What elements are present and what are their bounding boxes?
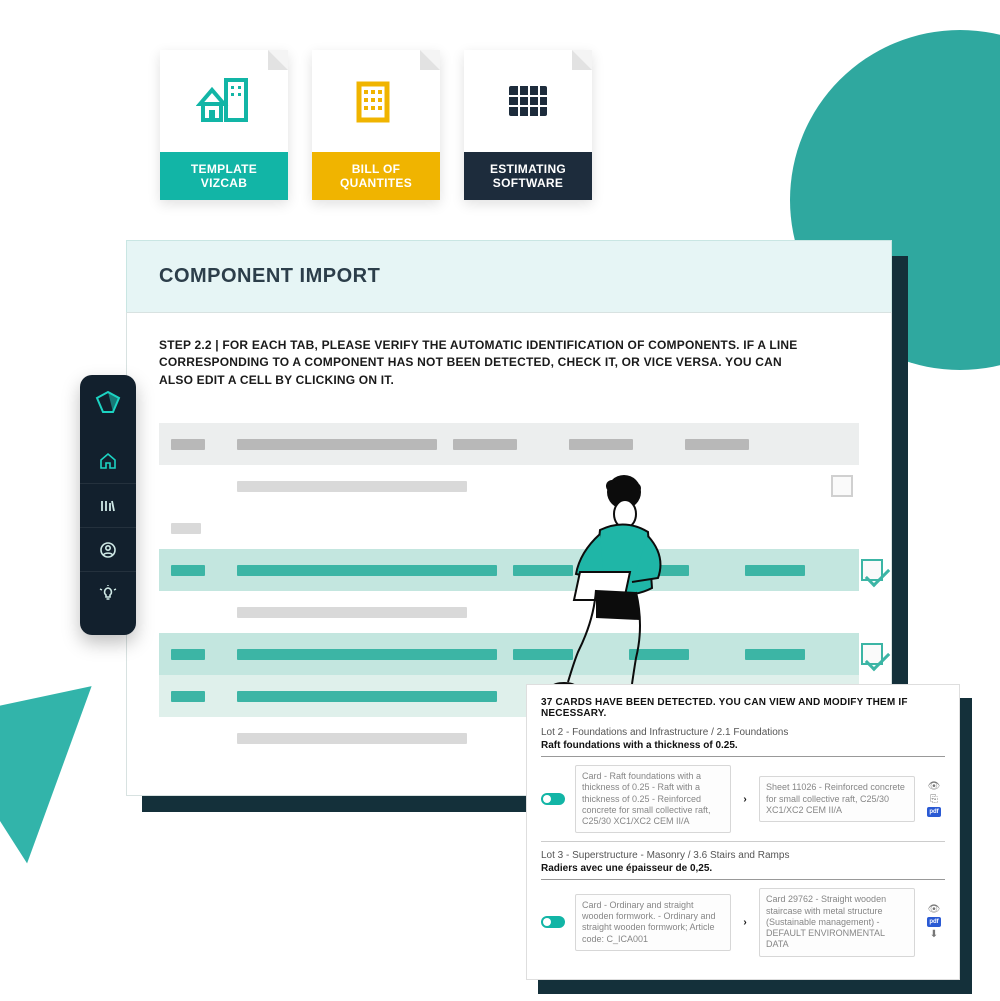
card-row[interactable]: Card - Raft foundations with a thickness… bbox=[541, 757, 945, 842]
row-checkbox[interactable] bbox=[831, 475, 853, 497]
doccard-bill-of-quantities[interactable]: BILL OF QUANTITES bbox=[312, 50, 440, 200]
row-checkbox-checked[interactable] bbox=[861, 643, 883, 665]
lightbulb-icon bbox=[99, 585, 117, 603]
chevron-right-icon: › bbox=[739, 917, 751, 928]
table-row[interactable] bbox=[159, 507, 859, 549]
sidebar-item-account[interactable] bbox=[80, 527, 136, 571]
sidebar-item-tips[interactable] bbox=[80, 571, 136, 615]
card-row[interactable]: Card - Ordinary and straight wooden form… bbox=[541, 880, 945, 964]
home-icon bbox=[99, 452, 117, 470]
chevron-right-icon: › bbox=[739, 794, 751, 805]
table-row-selected[interactable] bbox=[159, 549, 859, 591]
doccard-template-vizcab[interactable]: TEMPLATE VIZCAB bbox=[160, 50, 288, 200]
panel-header: 37 CARDS HAVE BEEN DETECTED. YOU CAN VIE… bbox=[541, 697, 945, 719]
table-row[interactable] bbox=[159, 465, 859, 507]
sidebar-item-home[interactable] bbox=[80, 439, 136, 483]
card-actions: 👁 ⎘ bbox=[923, 781, 945, 817]
card-toggle[interactable] bbox=[541, 793, 565, 805]
card-sheet[interactable]: Card 29762 - Straight wooden staircase w… bbox=[759, 888, 915, 956]
doccard-label: TEMPLATE VIZCAB bbox=[160, 152, 288, 200]
sidebar-item-library[interactable] bbox=[80, 483, 136, 527]
lot-title: Lot 3 - Superstructure - Masonry / 3.6 S… bbox=[541, 850, 945, 861]
brand-logo bbox=[90, 385, 126, 421]
lot-subtitle: Radiers avec une épaisseur de 0,25. bbox=[541, 863, 945, 880]
doccard-label: ESTIMATING SOFTWARE bbox=[464, 152, 592, 200]
lot-title: Lot 2 - Foundations and Infrastructure /… bbox=[541, 727, 945, 738]
copy-icon[interactable]: ⎘ bbox=[930, 794, 938, 805]
table-header bbox=[159, 423, 859, 465]
doccard-label: BILL OF QUANTITES bbox=[312, 152, 440, 200]
card-actions: 👁 ⬇ bbox=[923, 904, 945, 940]
lot-subtitle: Raft foundations with a thickness of 0.2… bbox=[541, 740, 945, 757]
card-toggle[interactable] bbox=[541, 916, 565, 928]
eye-icon[interactable]: 👁 bbox=[928, 904, 941, 915]
document-cards-row: TEMPLATE VIZCAB BILL OF QUANTITES bbox=[160, 50, 592, 200]
doccard-estimating-software[interactable]: ESTIMATING SOFTWARE bbox=[464, 50, 592, 200]
lot-block: Lot 3 - Superstructure - Masonry / 3.6 S… bbox=[541, 850, 945, 964]
library-icon bbox=[99, 497, 117, 515]
row-checkbox-checked[interactable] bbox=[861, 559, 883, 581]
eye-icon[interactable]: 👁 bbox=[928, 781, 941, 792]
card-source[interactable]: Card - Ordinary and straight wooden form… bbox=[575, 894, 731, 951]
pdf-badge-icon[interactable] bbox=[927, 917, 941, 927]
detected-cards-panel: 37 CARDS HAVE BEEN DETECTED. YOU CAN VIE… bbox=[526, 684, 960, 980]
step-instruction: STEP 2.2 | FOR EACH TAB, PLEASE VERIFY T… bbox=[159, 337, 819, 389]
window-header: COMPONENT IMPORT bbox=[126, 240, 892, 312]
table-row[interactable] bbox=[159, 591, 859, 633]
pdf-badge-icon[interactable] bbox=[927, 807, 941, 817]
card-sheet[interactable]: Sheet 11026 - Reinforced concrete for sm… bbox=[759, 776, 915, 822]
table-row-selected[interactable] bbox=[159, 633, 859, 675]
card-source[interactable]: Card - Raft foundations with a thickness… bbox=[575, 765, 731, 833]
sidebar bbox=[80, 375, 136, 635]
download-icon[interactable]: ⬇ bbox=[930, 929, 938, 940]
page-title: COMPONENT IMPORT bbox=[159, 265, 380, 288]
user-icon bbox=[99, 541, 117, 559]
decor-triangle bbox=[0, 686, 125, 876]
lot-block: Lot 2 - Foundations and Infrastructure /… bbox=[541, 727, 945, 842]
